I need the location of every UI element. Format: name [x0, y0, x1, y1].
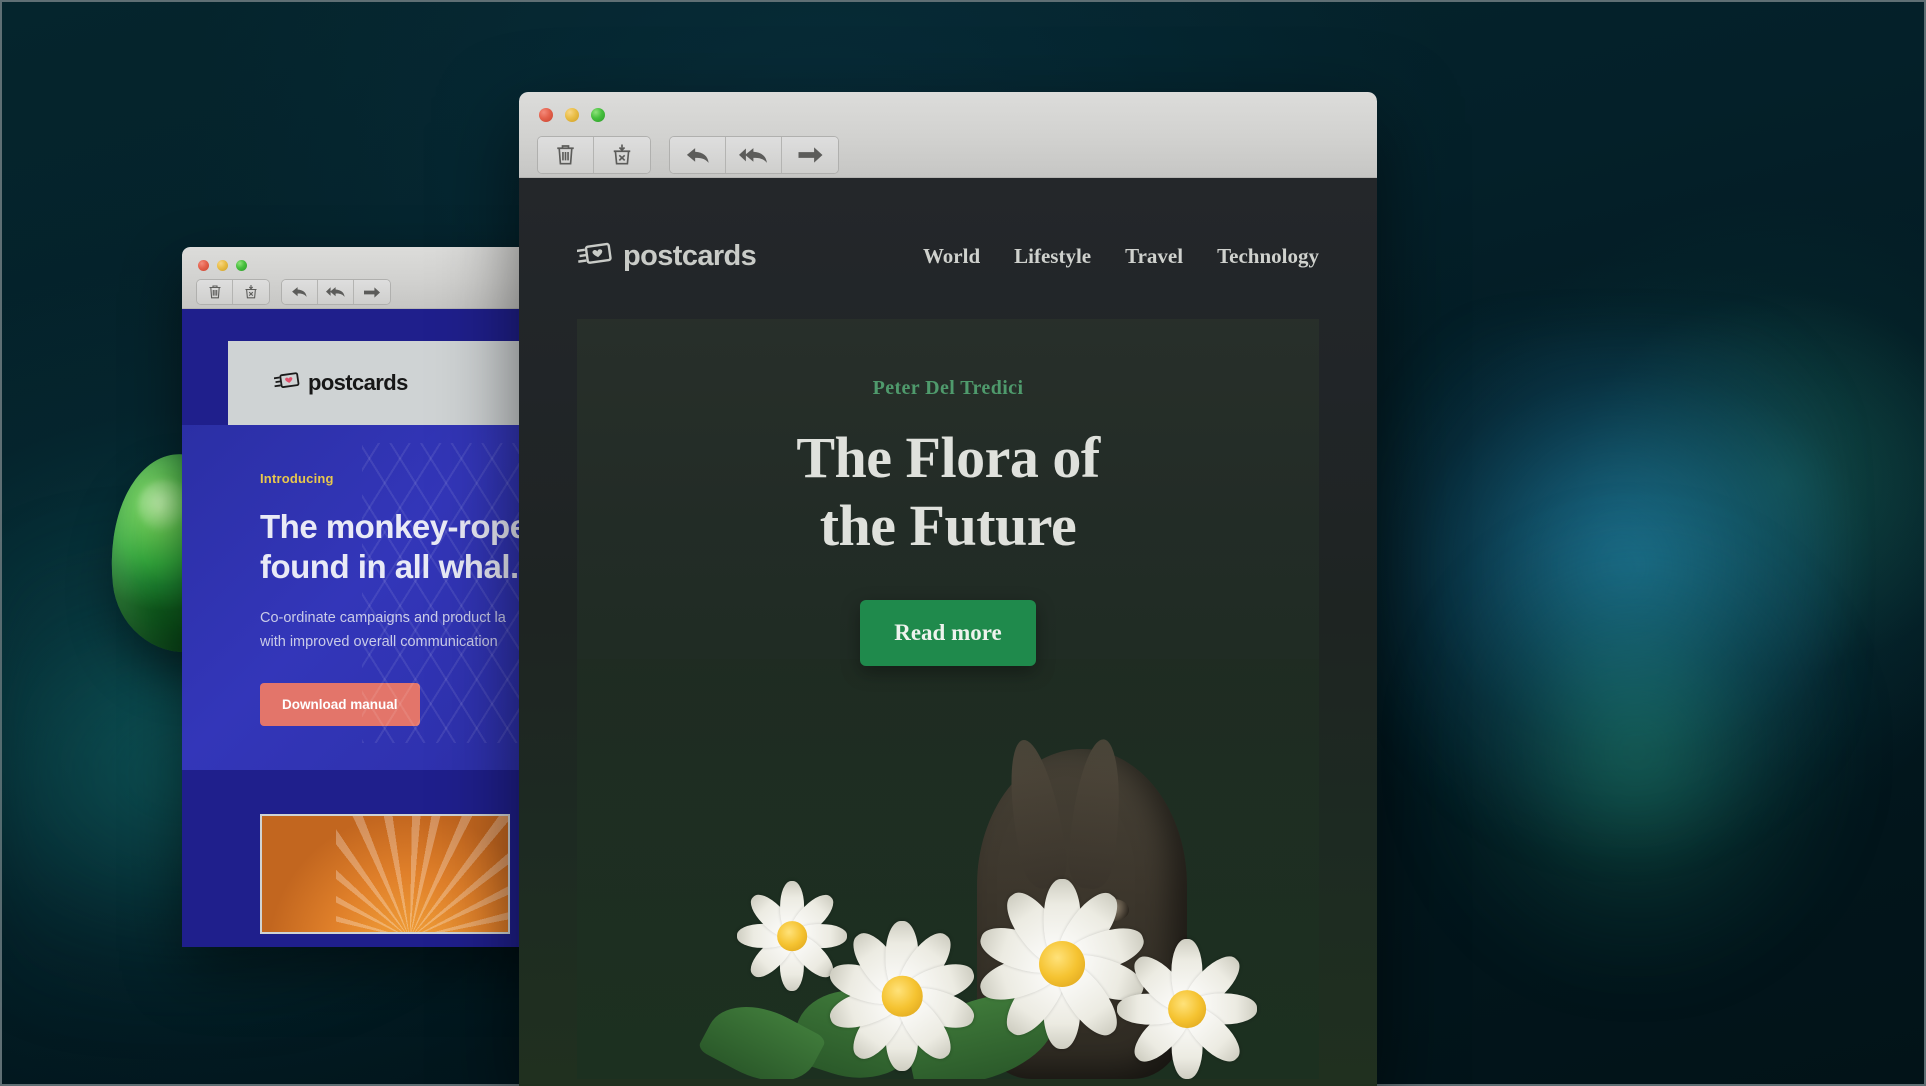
toolbar-background-window[interactable]: [196, 279, 391, 305]
delete-permanently-icon[interactable]: [233, 280, 269, 304]
forward-icon[interactable]: [354, 280, 390, 304]
nav-item-lifestyle[interactable]: Lifestyle: [1014, 244, 1091, 269]
email-window-foreground[interactable]: postcards World Lifestyle Travel Technol…: [519, 92, 1377, 1086]
envelope-heart-logo-icon: [273, 371, 300, 396]
titlebar-foreground-window[interactable]: [519, 92, 1377, 178]
reply-all-icon[interactable]: [726, 137, 782, 173]
reply-icon[interactable]: [670, 137, 726, 173]
minimize-button[interactable]: [565, 108, 579, 122]
email-logo-foreground[interactable]: postcards: [576, 240, 757, 273]
delete-icon[interactable]: [197, 280, 233, 304]
email-hero-card: Peter Del Tredici The Flora of the Futur…: [577, 319, 1319, 1079]
email-logo-text-background: postcards: [308, 370, 408, 395]
close-button[interactable]: [198, 260, 209, 271]
download-manual-button[interactable]: Download manual: [260, 683, 420, 727]
article-title-line2: the Future: [819, 492, 1077, 558]
traffic-lights-background[interactable]: [198, 260, 247, 271]
email-navigation-bar: postcards World Lifestyle Travel Technol…: [519, 178, 1377, 273]
nav-item-technology[interactable]: Technology: [1217, 244, 1319, 269]
nav-item-travel[interactable]: Travel: [1125, 244, 1183, 269]
desktop-background: postcards Introducing The monkey-rope is…: [0, 0, 1926, 1086]
forward-icon[interactable]: [782, 137, 838, 173]
reply-all-icon[interactable]: [318, 280, 354, 304]
minimize-button[interactable]: [217, 260, 228, 271]
close-button[interactable]: [539, 108, 553, 122]
backdrop-glow-green: [1422, 522, 1852, 982]
email-content-foreground-window: postcards World Lifestyle Travel Technol…: [519, 178, 1377, 1086]
nav-item-world[interactable]: World: [923, 244, 980, 269]
toolbar-foreground-window[interactable]: [537, 136, 839, 174]
zoom-button[interactable]: [591, 108, 605, 122]
reply-icon[interactable]: [282, 280, 318, 304]
traffic-lights-foreground[interactable]: [539, 108, 605, 122]
toolbar-group-delete[interactable]: [196, 279, 270, 305]
envelope-heart-logo-icon: [576, 241, 613, 273]
email-nav-menu[interactable]: World Lifestyle Travel Technology: [923, 244, 1319, 269]
toolbar-group-delete[interactable]: [537, 136, 651, 174]
email-logo-text-foreground: postcards: [623, 240, 757, 272]
delete-permanently-icon[interactable]: [594, 137, 650, 173]
email-article-thumbnail-background: [260, 814, 510, 935]
delete-icon[interactable]: [538, 137, 594, 173]
article-title-line1: The Flora of: [796, 425, 1100, 490]
toolbar-group-reply[interactable]: [669, 136, 839, 174]
email-hero-text-block: Peter Del Tredici The Flora of the Futur…: [577, 319, 1319, 666]
daisies-and-rabbit-photo: [577, 659, 1319, 1079]
zoom-button[interactable]: [236, 260, 247, 271]
photo-gradient-overlay: [577, 659, 1319, 1079]
read-more-button[interactable]: Read more: [860, 599, 1036, 666]
article-author-byline: Peter Del Tredici: [872, 377, 1024, 399]
toolbar-group-reply[interactable]: [281, 279, 391, 305]
